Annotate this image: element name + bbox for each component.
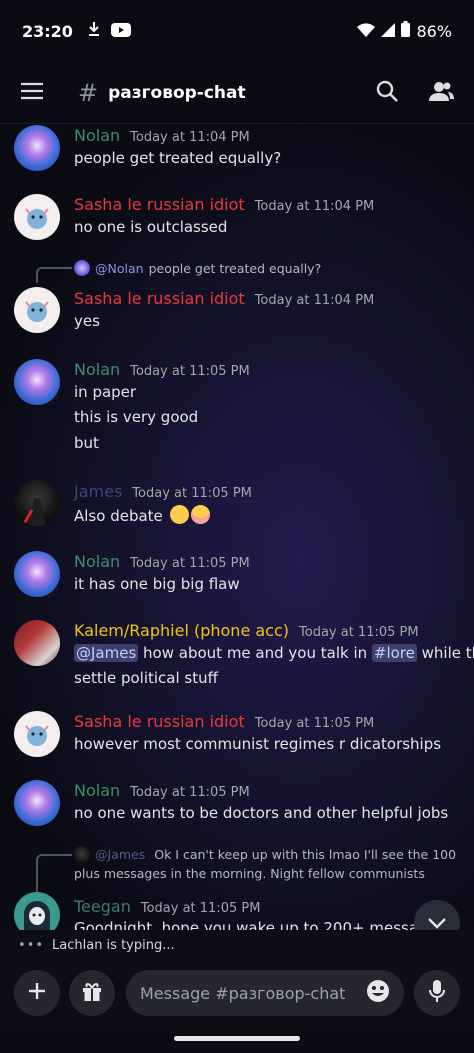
message-text: it has one big big flaw <box>74 575 240 593</box>
timestamp: Today at 11:05 PM <box>130 364 250 379</box>
message-text: no one is outclassed <box>74 218 228 236</box>
microphone-icon <box>429 980 445 1006</box>
message-input[interactable]: Message #разговор-chat <box>126 970 404 1016</box>
avatar[interactable] <box>14 711 60 757</box>
menu-icon[interactable] <box>20 82 44 104</box>
message-text: settle political stuff <box>74 669 218 687</box>
search-icon[interactable] <box>376 80 398 106</box>
message-input-placeholder: Message #разговор-chat <box>140 983 346 1003</box>
emoji-picker-icon[interactable] <box>366 979 390 1007</box>
members-icon[interactable] <box>428 80 454 106</box>
signal-icon <box>381 22 396 41</box>
battery-icon <box>401 21 411 41</box>
plus-icon <box>27 981 47 1005</box>
avatar[interactable] <box>14 194 60 240</box>
timestamp: Today at 11:04 PM <box>254 199 375 214</box>
reply-text: Ok I can't keep up with this lmao I'll s… <box>154 846 457 862</box>
avatar[interactable] <box>14 287 60 333</box>
avatar[interactable] <box>14 620 60 666</box>
laughing-emoji-icon <box>169 505 189 524</box>
timestamp: Today at 11:04 PM <box>130 130 250 145</box>
reply-text-continued: plus messages in the morning. Night fell… <box>74 866 425 881</box>
channel-hash-icon: # <box>78 78 99 107</box>
add-attachment-button[interactable] <box>14 970 60 1016</box>
timestamp: Today at 11:05 PM <box>130 556 250 571</box>
message-list: Nolan Today at 11:04 PM people get treate… <box>0 124 474 944</box>
timestamp: Today at 11:04 PM <box>254 293 375 308</box>
reply-connector <box>36 267 72 283</box>
battery-percent: 86% <box>416 21 452 41</box>
reply-preview[interactable]: @Nolan people get treated equally? <box>74 260 321 276</box>
avatar[interactable] <box>14 480 60 526</box>
reply-text: people get treated equally? <box>148 260 322 276</box>
message-text-part: while they <box>421 644 474 662</box>
timestamp: Today at 11:05 PM <box>254 716 375 731</box>
avatar[interactable] <box>14 359 60 405</box>
reply-connector <box>36 854 72 896</box>
message-text-body: Also debate <box>74 507 163 525</box>
avatar[interactable] <box>14 780 60 826</box>
username[interactable]: Kalem/Raphiel (phone acc) <box>74 621 289 640</box>
username[interactable]: James <box>74 482 122 501</box>
reply-username: @Nolan <box>95 260 144 276</box>
message-text: however most communist regimes r dicator… <box>74 735 442 753</box>
timestamp: Today at 11:05 PM <box>132 486 252 501</box>
username[interactable]: Sasha le russian idiot <box>74 712 245 731</box>
username[interactable]: Sasha le russian idiot <box>74 289 245 308</box>
username[interactable]: Teegan <box>74 897 131 916</box>
timestamp: Today at 11:05 PM <box>130 785 250 800</box>
typing-indicator: ••• Lachlan is typing... <box>0 930 474 960</box>
gift-icon <box>81 981 103 1005</box>
avatar[interactable] <box>14 125 60 171</box>
channel-name[interactable]: разговор-chat <box>108 83 246 103</box>
status-bar: 23:20 86% <box>0 0 474 62</box>
message-text: this is very good <box>74 408 199 426</box>
message-text: people get treated equally? <box>74 149 282 167</box>
gift-button[interactable] <box>69 970 115 1016</box>
reply-username: @James <box>95 846 146 862</box>
typing-text: Lachlan is typing... <box>52 937 175 953</box>
username[interactable]: Sasha le russian idiot <box>74 195 245 214</box>
avatar[interactable] <box>14 551 60 597</box>
youtube-icon <box>110 22 131 41</box>
reply-preview[interactable]: @James Ok I can't keep up with this lmao… <box>74 846 456 862</box>
message-text: but <box>74 434 99 452</box>
username[interactable]: Nolan <box>74 552 120 571</box>
message-text: Also debate <box>74 505 210 525</box>
timestamp: Today at 11:05 PM <box>299 625 419 640</box>
gesture-nav-handle[interactable] <box>174 1036 300 1041</box>
reply-avatar <box>74 260 90 276</box>
reply-avatar <box>74 846 90 862</box>
voice-message-button[interactable] <box>414 970 460 1016</box>
message-text: no one wants to be doctors and other hel… <box>74 804 449 822</box>
timestamp: Today at 11:05 PM <box>140 901 261 916</box>
message-composer: Message #разговор-chat <box>0 960 474 1030</box>
download-icon <box>87 21 101 41</box>
message-text: yes <box>74 312 100 330</box>
typing-dots-icon: ••• <box>18 937 45 953</box>
message-text-part: how about me and you talk in <box>138 644 372 662</box>
channel-mention[interactable]: #lore <box>371 644 417 662</box>
channel-header: # разговор-chat <box>0 62 474 124</box>
message-text: @James how about me and you talk in #lor… <box>74 644 474 662</box>
flushed-emoji-icon <box>190 505 210 524</box>
message-text: in paper <box>74 383 137 401</box>
status-time: 23:20 <box>22 21 73 41</box>
username[interactable]: Nolan <box>74 126 120 145</box>
username[interactable]: Nolan <box>74 781 120 800</box>
username[interactable]: Nolan <box>74 360 120 379</box>
wifi-icon <box>357 22 376 41</box>
user-mention[interactable]: @James <box>74 644 139 662</box>
